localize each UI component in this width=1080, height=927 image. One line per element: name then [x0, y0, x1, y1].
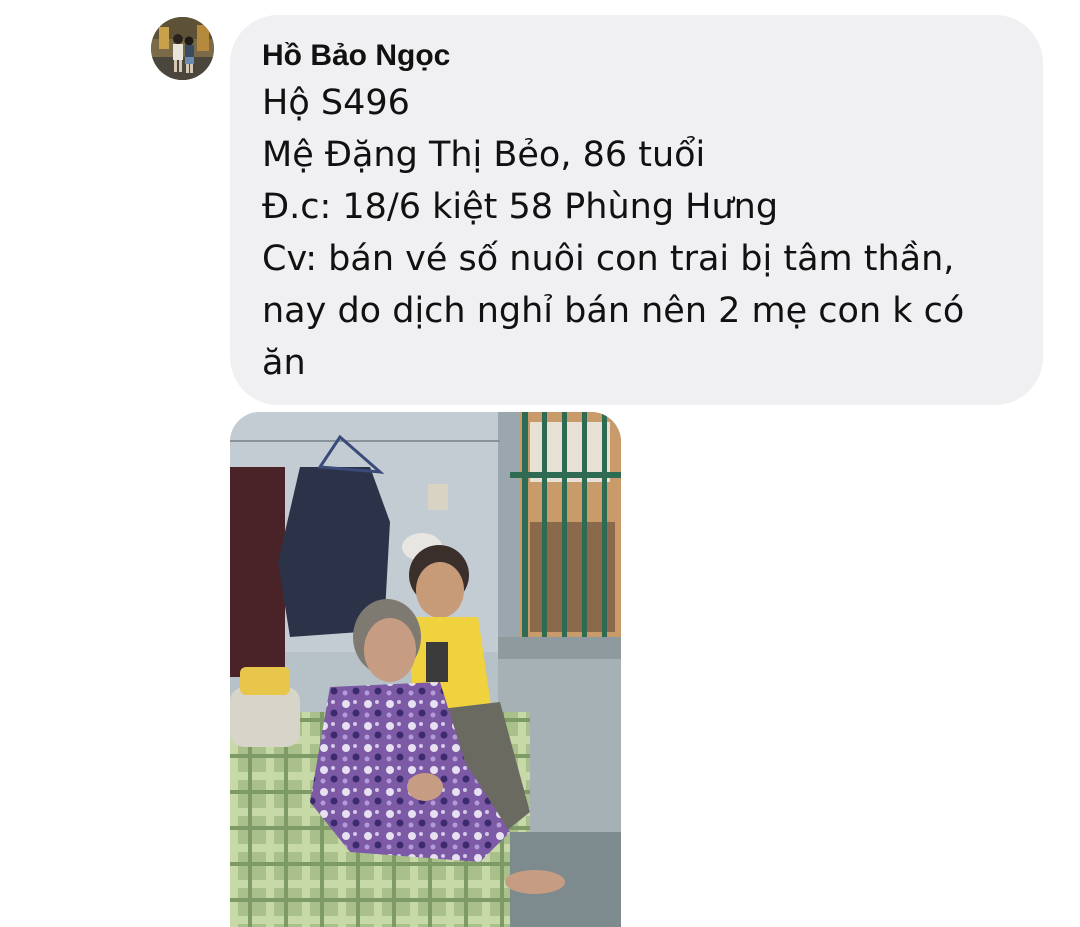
message-line-6: ăn: [262, 343, 306, 383]
sender-avatar[interactable]: [151, 17, 214, 80]
sender-name: Hồ Bảo Ngọc: [262, 39, 451, 72]
message-line-4: Cv: bán vé số nuôi con trai bị tâm thần,: [262, 239, 955, 279]
attached-photo[interactable]: [230, 412, 621, 927]
message-line-3: Đ.c: 18/6 kiệt 58 Phùng Hưng: [262, 187, 779, 227]
message-line-2: Mệ Đặng Thị Bẻo, 86 tuổi: [262, 135, 706, 175]
message-line-1: Hộ S496: [262, 83, 410, 123]
message-bubble[interactable]: Hồ Bảo Ngọc Hộ S496 Mệ Đặng Thị Bẻo, 86 …: [230, 15, 1043, 405]
message-line-5: nay do dịch nghỉ bán nên 2 mẹ con k có: [262, 291, 965, 331]
